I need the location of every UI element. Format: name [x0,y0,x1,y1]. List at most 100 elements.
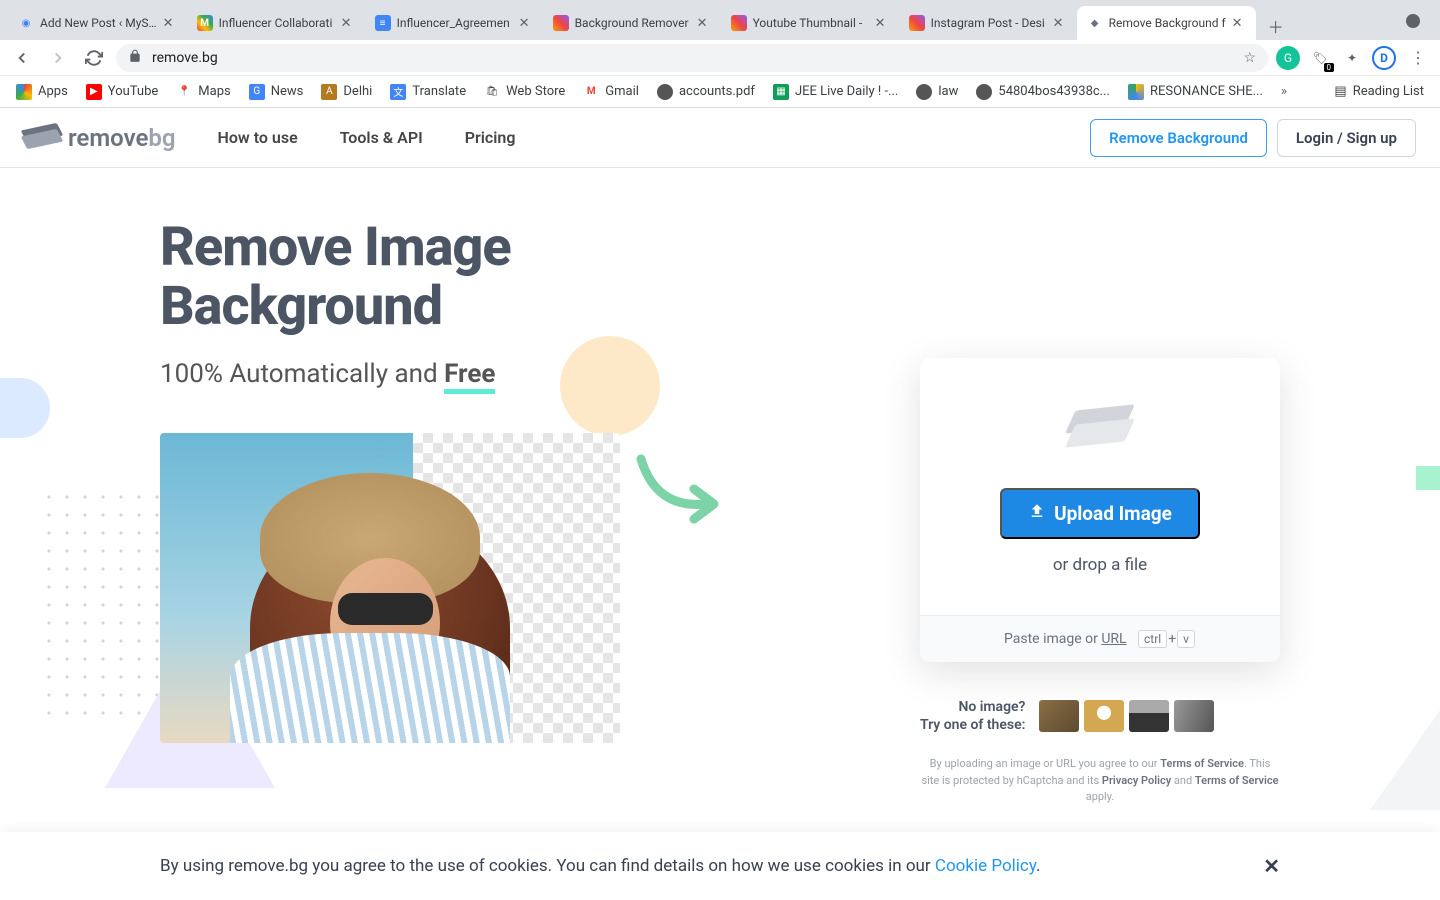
page-content: removebg How to use Tools & API Pricing … [0,108,1440,900]
favicon-icon: ≡ [375,15,391,31]
drop-file-text: or drop a file [950,555,1250,575]
upload-card-footer: Paste image or URL ctrl+v [920,615,1280,662]
sample-images-row: No image?Try one of these: [920,698,1280,734]
sample-thumb-2[interactable] [1084,700,1124,732]
bookmark-webstore[interactable]: 🛍Web Store [476,80,573,104]
bookmark-resonance[interactable]: RESONANCE SHE... [1120,80,1271,104]
bookmark-accounts[interactable]: accounts.pdf [649,80,763,104]
reading-list-icon: ▤ [1334,84,1346,99]
tab-6[interactable]: ◆ Remove Background f ✕ [1077,6,1256,40]
sample-label: No image?Try one of these: [920,698,1025,734]
drive-icon [1128,84,1144,100]
kbd-ctrl: ctrl [1138,630,1167,648]
bookmark-delhi[interactable]: ADelhi [313,80,380,104]
bookmark-jee[interactable]: ▦JEE Live Daily ! -... [765,80,906,104]
sample-thumb-1[interactable] [1039,700,1079,732]
tab-title: Instagram Post - Desi [931,16,1047,30]
reload-button[interactable] [80,44,108,72]
pdf-icon [657,84,673,100]
bookmark-maps[interactable]: 📍Maps [168,80,238,104]
close-icon[interactable]: ✕ [1232,16,1246,30]
bookmarks-overflow-icon[interactable]: » [1277,80,1291,103]
extensions-icon[interactable]: ✦ [1340,46,1364,70]
close-icon[interactable]: ✕ [341,16,355,30]
nav-pricing[interactable]: Pricing [465,128,516,147]
hero-sample-image [160,433,620,743]
remove-background-button[interactable]: Remove Background [1090,119,1267,157]
close-icon[interactable]: ✕ [875,16,889,30]
new-tab-button[interactable]: ＋ [1262,12,1290,40]
nav-tools-api[interactable]: Tools & API [340,128,423,147]
browser-tab-strip: ◉Add New Post ‹ MyS…✕ MInfluencer Collab… [0,0,1440,40]
close-icon[interactable]: ✕ [519,16,533,30]
upload-image-button[interactable]: Upload Image [1000,488,1200,539]
tab-search-icon[interactable] [1406,14,1420,28]
sample-thumb-3[interactable] [1129,700,1169,732]
pdf-icon [976,84,992,100]
paste-url-link[interactable]: URL [1101,631,1126,647]
privacy-link[interactable]: Privacy Policy [1102,774,1171,787]
bookmark-star-icon[interactable]: ☆ [1243,50,1256,66]
site-logo[interactable]: removebg [24,124,176,152]
legal-text: By uploading an image or URL you agree t… [920,756,1280,806]
hero-section: Remove ImageBackground 100% Automaticall… [0,168,1440,806]
tos-link[interactable]: Terms of Service [1160,757,1244,770]
bookmark-law[interactable]: law [908,80,966,104]
bookmark-gmail[interactable]: MGmail [575,80,647,104]
tab-4[interactable]: Youtube Thumbnail - ✕ [721,6,899,40]
address-bar[interactable]: remove.bg ☆ [116,44,1268,72]
nav-how-to-use[interactable]: How to use [218,128,298,147]
ext-profile-icon[interactable]: D [1372,46,1396,70]
tab-3[interactable]: Background Remover✕ [543,6,721,40]
site-icon: A [321,84,337,100]
upload-stack-icon [1060,408,1140,458]
favicon-icon: ◆ [1087,15,1103,31]
ext-shopping-icon[interactable]: 🏷0 [1308,46,1332,70]
upload-icon [1028,502,1046,525]
close-icon[interactable]: ✕ [1053,16,1067,30]
tab-2[interactable]: ≡ Influencer_Agreemen ✕ [365,6,543,40]
bookmark-youtube[interactable]: ▶YouTube [78,80,167,104]
news-icon: G [249,84,265,100]
cookie-policy-link[interactable]: Cookie Policy [935,856,1036,876]
pdf-icon [916,84,932,100]
tab-title: Youtube Thumbnail - [753,16,869,30]
tab-0[interactable]: ◉ Add New Post ‹ MyS… ✕ [8,6,187,40]
cookie-text: By using remove.bg you agree to the use … [160,856,1040,876]
url-text: remove.bg [152,50,218,66]
apps-icon [16,84,32,100]
logo-icon [24,126,60,150]
tab-title: Remove Background f [1109,16,1226,30]
favicon-icon [553,15,569,31]
page-subtitle: 100% Automatically and Free [160,359,780,389]
cookie-close-icon[interactable]: ✕ [1263,854,1280,878]
tab-title: Add New Post ‹ MyS… [40,16,157,30]
favicon-icon [731,15,747,31]
close-icon[interactable]: ✕ [697,16,711,30]
kbd-v: v [1177,630,1195,648]
browser-toolbar: remove.bg ☆ G 🏷0 ✦ D ⋮ [0,40,1440,76]
tab-1[interactable]: MInfluencer Collaborati✕ [187,6,365,40]
tab-title: Influencer Collaborati [219,16,335,30]
reading-list-button[interactable]: ▤Reading List [1326,80,1432,103]
tos-link-2[interactable]: Terms of Service [1195,774,1279,787]
bookmark-translate[interactable]: 文Translate [382,80,474,104]
back-button[interactable] [8,44,36,72]
chrome-menu-icon[interactable]: ⋮ [1404,44,1432,72]
translate-icon: 文 [390,84,406,100]
bookmark-apps[interactable]: Apps [8,80,76,104]
sheets-icon: ▦ [773,84,789,100]
bookmarks-bar: Apps ▶YouTube 📍Maps GNews ADelhi 文Transl… [0,76,1440,108]
sample-thumb-4[interactable] [1174,700,1214,732]
tab-5[interactable]: Instagram Post - Desi ✕ [899,6,1077,40]
ext-grammarly-icon[interactable]: G [1276,46,1300,70]
forward-button[interactable] [44,44,72,72]
cookie-banner: By using remove.bg you agree to the use … [0,832,1440,900]
bookmark-54804[interactable]: 54804bos43938c... [968,80,1118,104]
login-signup-button[interactable]: Login / Sign up [1277,119,1416,157]
upload-card: Upload Image or drop a file Paste image … [920,358,1280,662]
bookmark-news[interactable]: GNews [241,80,312,104]
close-icon[interactable]: ✕ [163,16,177,30]
tab-title: Influencer_Agreemen [397,16,513,30]
favicon-icon: ◉ [18,15,34,31]
